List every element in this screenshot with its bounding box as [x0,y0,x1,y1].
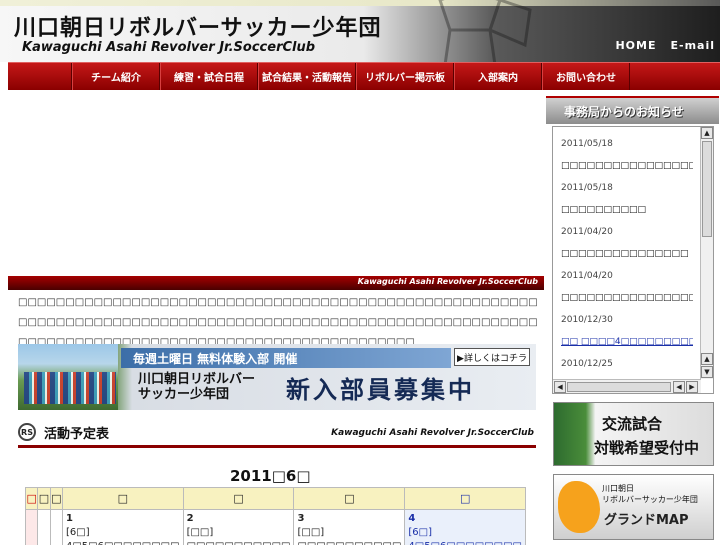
scroll-up-bottom-icon[interactable]: ▲ [701,353,713,365]
scroll-left-end-icon[interactable]: ◀ [673,381,685,393]
details-button[interactable]: ▶詳しくはコチラ [454,348,530,366]
scroll-up-icon[interactable]: ▲ [701,127,713,139]
email-link[interactable]: E-mail [670,39,715,52]
schedule-title-en: Kawaguchi Asahi Revolver Jr.SoccerClub [331,428,534,438]
club-emblem-icon: RS [18,423,36,441]
scroll-left-icon[interactable]: ◀ [554,381,566,393]
calendar-month-title: 2011□6□ [230,467,311,485]
map-banner-club-line1: 川口朝日 [602,484,634,493]
news-item-link[interactable]: □□ □□□□4□□□□□□□□□□□□□□ [561,331,693,353]
news-date: 2010/12/30 [561,315,613,325]
day-number: 3 [297,513,305,524]
weekday-sun: □ [24,487,39,510]
soccer-ball-decoration [438,0,532,62]
site-header: 川口朝日リボルバーサッカー少年団 Kawaguchi Asahi Revolve… [0,0,727,62]
news-date: 2011/05/18 [561,139,613,149]
team-photo [18,344,118,410]
calendar: □ □ □ □ □ □ □ 1 [6□] 4□5□6□□□□□□□□ 2 [□□… [24,487,526,545]
day-event[interactable]: [□□] □□□□□□□□□□□ [187,527,291,545]
match-banner-line2: 対戦希望受付中 [594,439,700,457]
calendar-day-cell: 1 [6□] 4□5□6□□□□□□□□ [61,509,184,545]
news-date: 2011/05/18 [561,183,613,193]
nav-item-results[interactable]: 試合結果・活動報告 [258,63,356,90]
team-photo-players [24,372,116,404]
day-number: 2 [186,513,194,524]
nav-item-board[interactable]: リボルバー掲示板 [356,63,454,90]
recruit-banner[interactable]: 毎週土曜日 無料体験入部 開催 ▶詳しくはコチラ 川口朝日リボルバー サッカー少… [18,344,536,410]
news-horizontal-scrollbar[interactable]: ◀ ◀ ▶ [553,379,701,393]
day-number: 1 [65,513,73,524]
weekday-fri: □ [293,487,406,510]
day-event[interactable]: [6□] 4□5□6□□□□□□□□ [408,527,522,545]
calendar-week-row: 1 [6□] 4□5□6□□□□□□□□ 2 [□□] □□□□□□□□□□□ … [24,509,526,545]
map-icon [558,481,600,533]
recruit-headline: 新入部員募集中 [286,376,475,404]
news-vertical-scrollbar[interactable]: ▲ ▲ ▼ [700,127,713,379]
hero-band-text: Kawaguchi Asahi Revolver Jr.SoccerClub [357,277,538,286]
news-item[interactable]: □□□□□□□□□□ [561,199,693,221]
calendar-day-cell [49,509,63,545]
scroll-down-icon[interactable]: ▼ [701,366,713,378]
calendar-day-cell [24,509,39,545]
map-banner-club: 川口朝日 リボルバーサッカー少年団 [602,483,698,505]
day-event[interactable]: [6□] 4□5□6□□□□□□□□ [66,527,180,545]
nav-item-contact[interactable]: お問い合わせ [542,63,630,90]
nav-item-join[interactable]: 入部案内 [454,63,542,90]
calendar-weekday-row: □ □ □ □ □ □ □ [24,487,526,510]
weekday-wed: □ [61,487,184,510]
nav-spacer [8,63,72,90]
calendar-day-cell: 3 [□□] □□□□□□□□□□□ [293,509,406,545]
hero-area [8,92,544,276]
weekday-tue: □ [49,487,63,510]
calendar-day-cell: 2 [□□] □□□□□□□□□□□ [182,509,295,545]
site-title-en: Kawaguchi Asahi Revolver Jr.SoccerClub [22,40,316,55]
nav-item-team[interactable]: チーム紹介 [72,63,160,90]
news-list: 2011/05/18 □□□□□□□□□□□□□□□□□□□□□□ 2011/0… [553,127,701,379]
scroll-thumb-vertical[interactable] [702,141,712,237]
banner-club-name-line1: 川口朝日リボルバー [138,372,256,387]
calendar-day-cell [37,509,51,545]
weekday-mon: □ [37,487,51,510]
news-box: 2011/05/18 □□□□□□□□□□□□□□□□□□□□□□ 2011/0… [552,126,714,394]
news-date: 2011/04/20 [561,227,613,237]
match-request-banner[interactable]: 交流試合 対戦希望受付中 [553,402,714,466]
schedule-title: 活動予定表 [44,427,110,442]
scroll-thumb-horizontal[interactable] [567,382,671,392]
news-title: 事務局からのお知らせ [564,105,684,119]
weekday-sat: □ [404,487,526,510]
news-header: 事務局からのお知らせ [546,96,719,124]
site-title-ja[interactable]: 川口朝日リボルバーサッカー少年団 [14,10,382,42]
news-date: 2011/04/20 [561,271,613,281]
calendar-day-cell: 4 [6□] 4□5□6□□□□□□□□ [404,509,526,545]
schedule-header: RS 活動予定表 Kawaguchi Asahi Revolver Jr.Soc… [18,420,536,448]
main-nav: チーム紹介 練習・試合日程 試合結果・活動報告 リボルバー掲示板 入部案内 お問… [8,62,720,90]
banner-club-name: 川口朝日リボルバー サッカー少年団 [138,372,255,402]
news-item[interactable]: □□□□□□□□□□□□□□□□□□□□□□ [561,155,693,177]
day-number: 4 [408,513,416,524]
scroll-right-icon[interactable]: ▶ [686,381,698,393]
match-banner-line1: 交流試合 [602,415,663,433]
page-right-edge [720,0,727,545]
hero-band: Kawaguchi Asahi Revolver Jr.SoccerClub [8,276,544,290]
news-item[interactable]: □□□□□□□□□□□□□□□□□□□□□ [561,287,693,309]
map-banner-club-line2: リボルバーサッカー少年団 [602,495,698,504]
map-banner-title: グランドMAP [604,513,689,528]
nav-item-schedule[interactable]: 練習・試合日程 [160,63,258,90]
news-date: 2010/12/25 [561,359,613,369]
weekday-thu: □ [182,487,295,510]
banner-club-name-line2: サッカー少年団 [138,387,230,402]
ground-map-banner[interactable]: 川口朝日 リボルバーサッカー少年団 グランドMAP [553,474,714,540]
day-event[interactable]: [□□] □□□□□□□□□□□ [297,527,401,545]
news-item[interactable]: □□□□□□□□□□□□□□□ [561,243,693,265]
trial-caption: 毎週土曜日 無料体験入部 開催 [121,348,451,368]
header-links: HOME E-mail [615,39,715,52]
home-link[interactable]: HOME [615,39,656,52]
